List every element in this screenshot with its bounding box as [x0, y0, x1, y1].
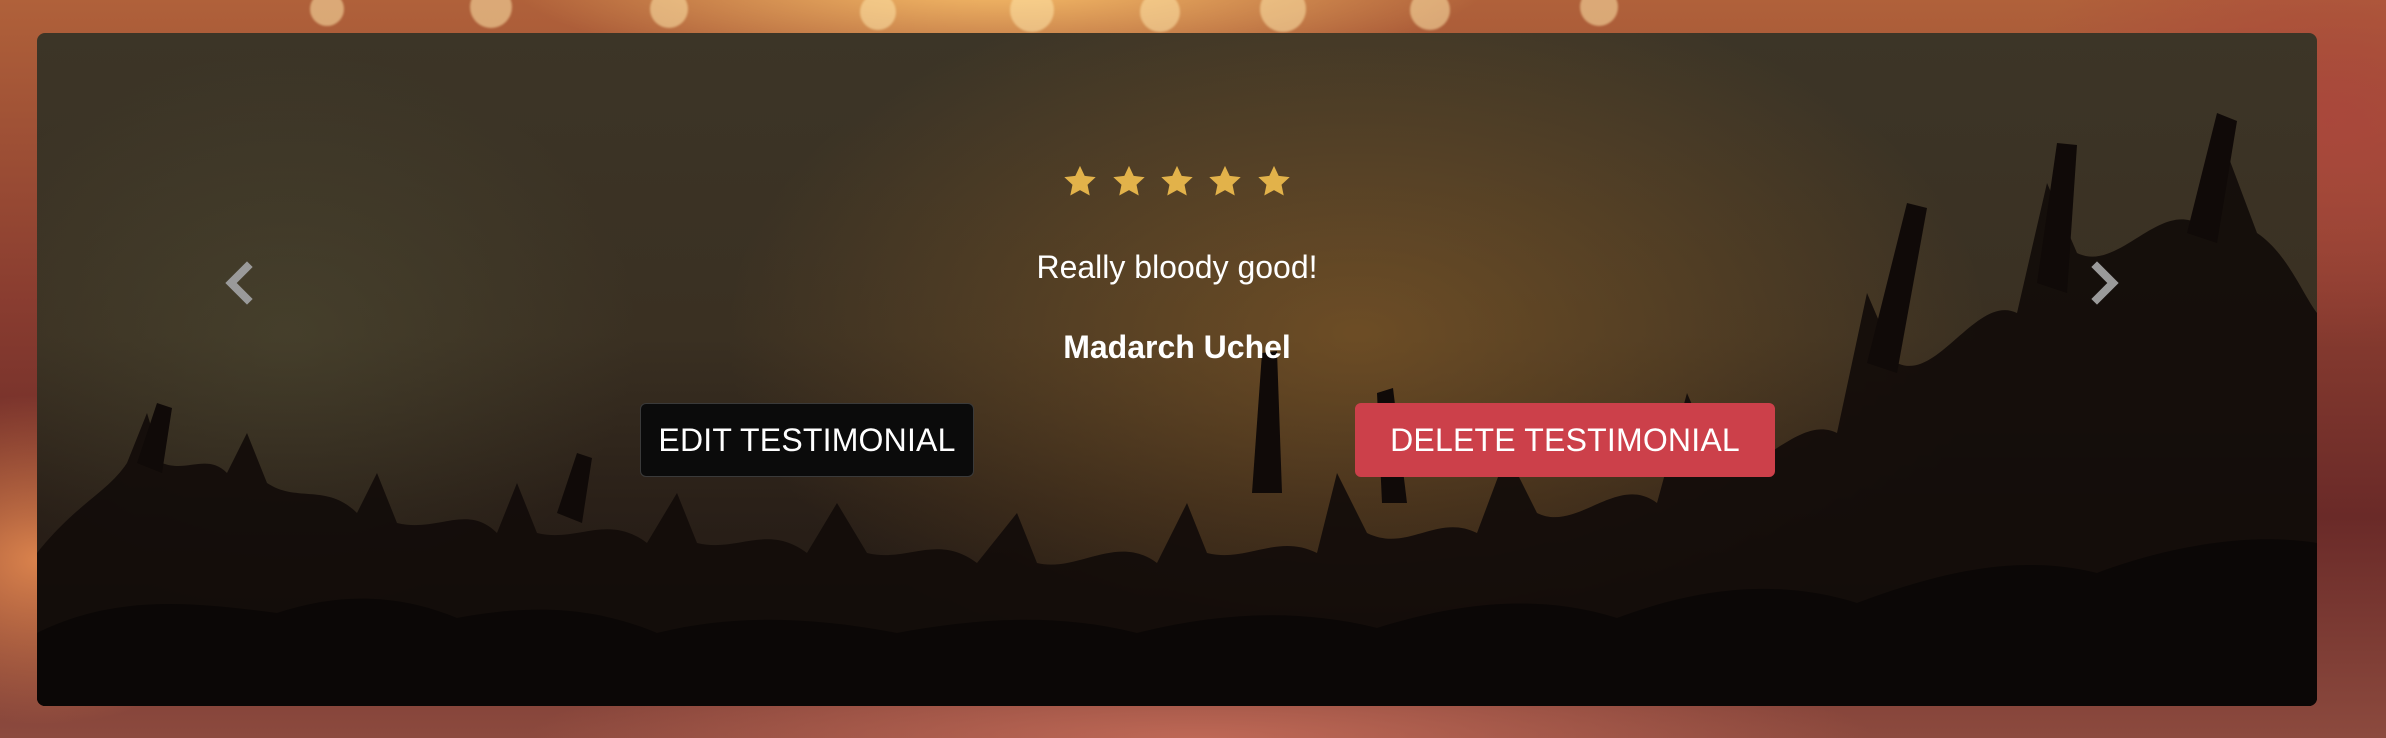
carousel-next-button[interactable] — [2077, 233, 2137, 333]
chevron-left-icon — [225, 261, 253, 305]
testimonial-content: Really bloody good! Madarch Uchel EDIT T… — [37, 33, 2317, 706]
testimonial-text: Really bloody good! — [1036, 249, 1318, 285]
star-icon — [1064, 165, 1096, 196]
bokeh-light — [650, 0, 688, 28]
rating-stars — [37, 163, 2317, 213]
testimonial-carousel: Really bloody good! Madarch Uchel EDIT T… — [37, 33, 2317, 706]
bokeh-light — [310, 0, 344, 26]
star-icon — [1209, 165, 1242, 196]
page-background: Really bloody good! Madarch Uchel EDIT T… — [0, 0, 2386, 738]
delete-testimonial-button[interactable]: DELETE TESTIMONIAL — [1355, 403, 1775, 477]
bokeh-light — [1260, 0, 1306, 32]
carousel-prev-button[interactable] — [207, 233, 267, 333]
bokeh-light — [1140, 0, 1180, 32]
star-icon — [1258, 165, 1290, 196]
star-icon — [1112, 165, 1145, 196]
testimonial-author: Madarch Uchel — [1063, 329, 1291, 365]
bokeh-light — [1410, 0, 1450, 30]
bokeh-light — [860, 0, 896, 30]
star-icon — [1161, 165, 1193, 196]
chevron-right-icon — [2091, 261, 2119, 305]
bokeh-light — [1580, 0, 1618, 26]
bokeh-light — [470, 0, 512, 28]
bokeh-light — [1010, 0, 1054, 32]
edit-testimonial-button[interactable]: EDIT TESTIMONIAL — [640, 403, 974, 477]
